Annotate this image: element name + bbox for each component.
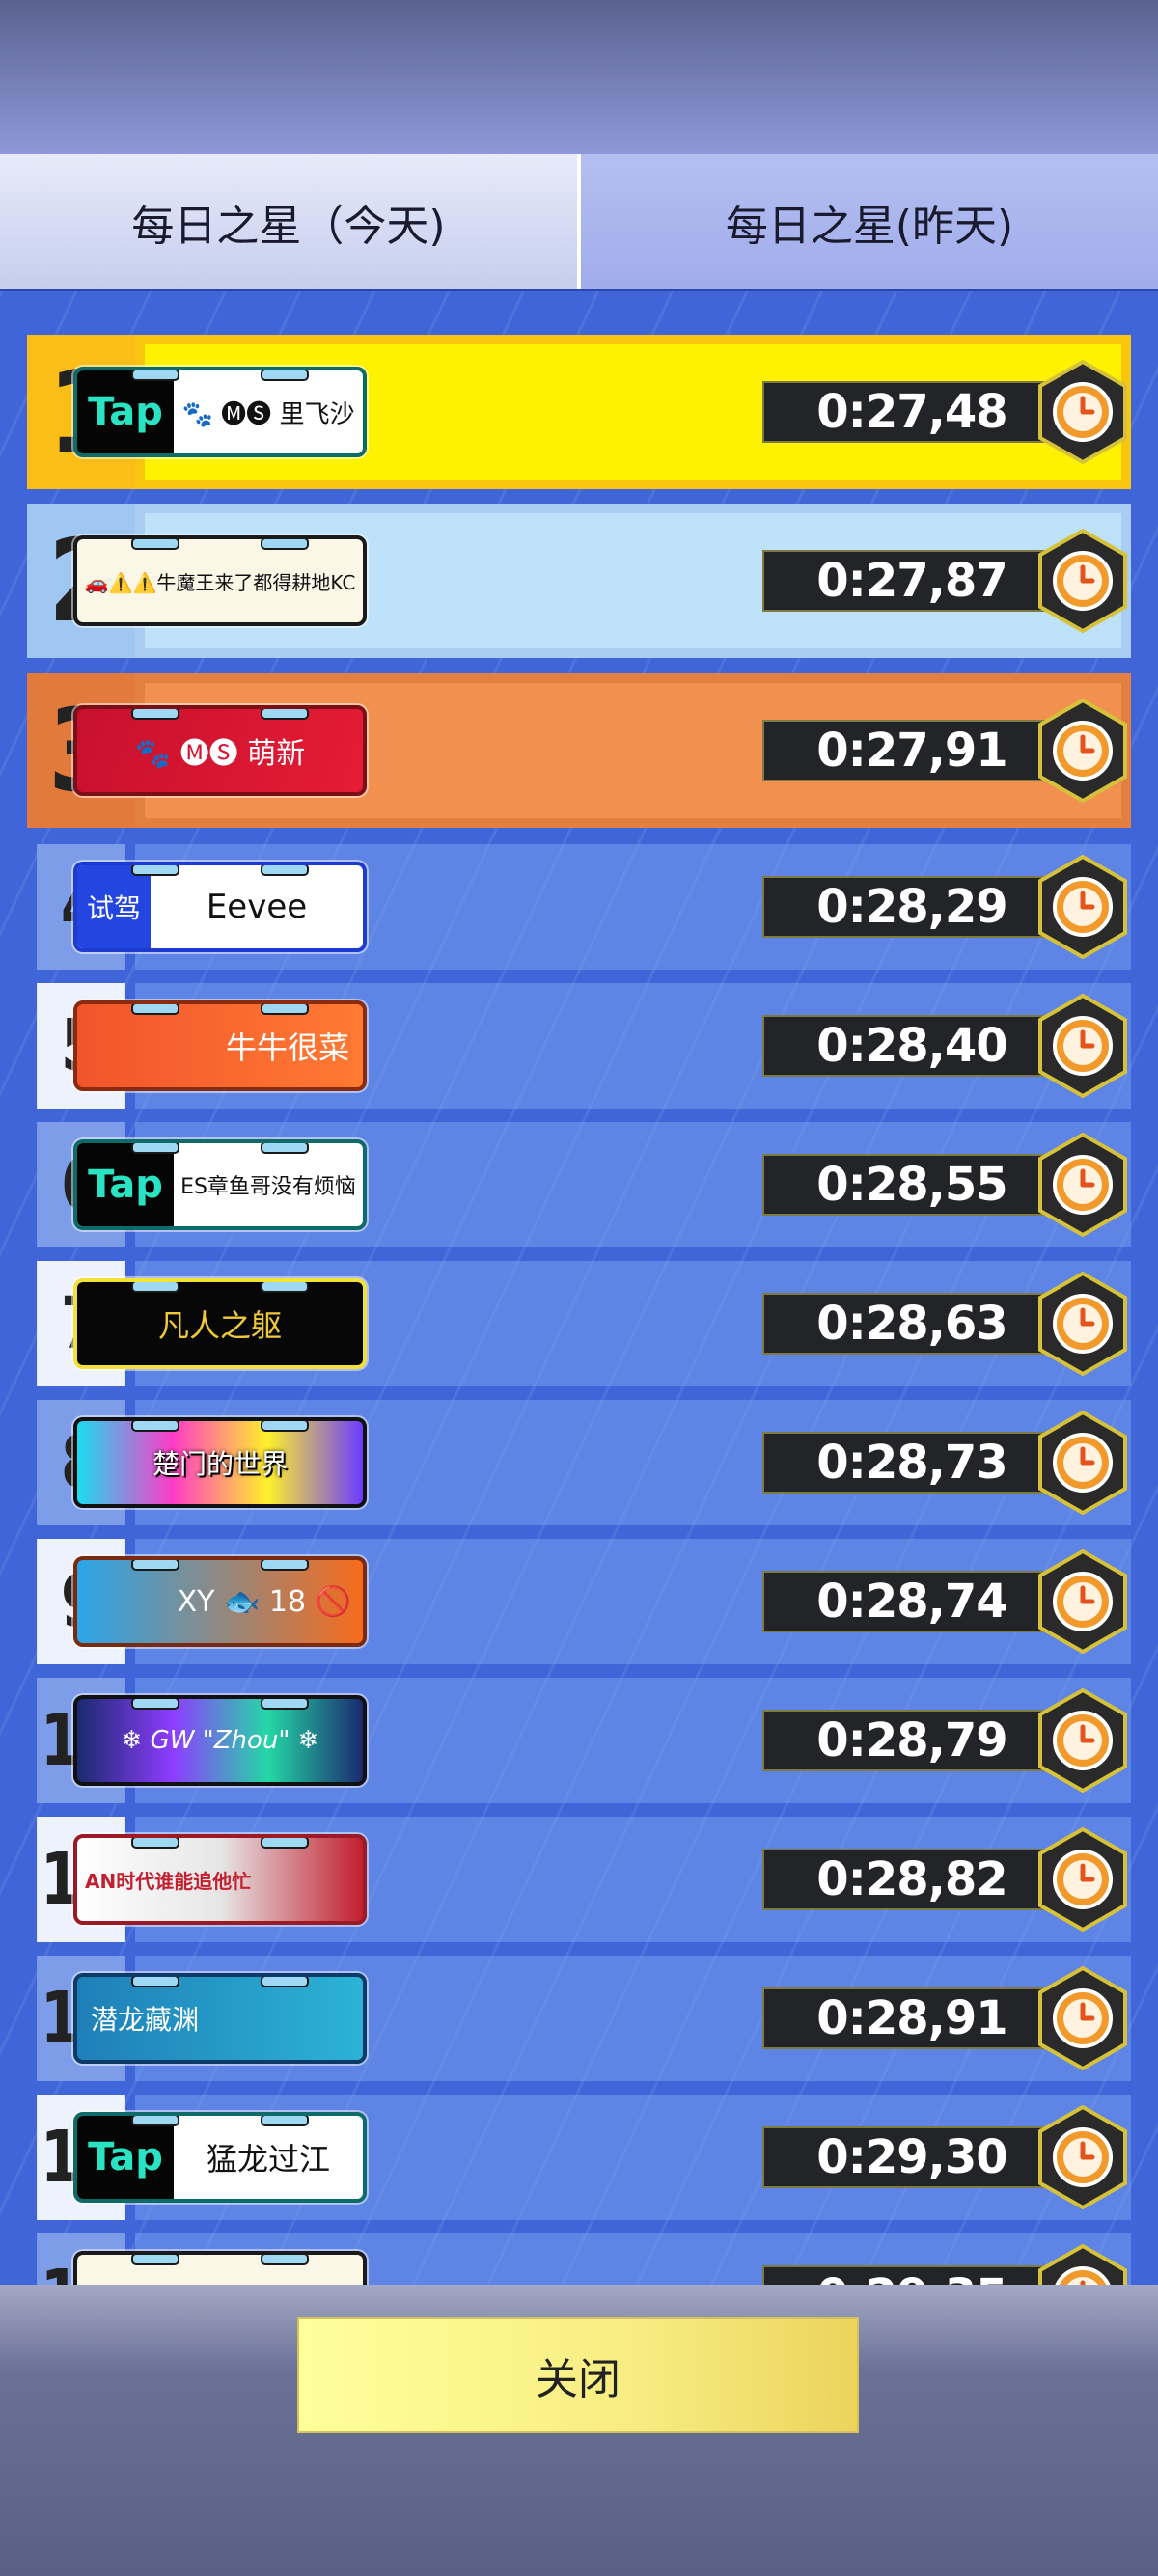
player-name: AN时代谁能追他忙 xyxy=(85,1869,252,1893)
license-plate: 潜龙藏渊 xyxy=(73,1973,367,2064)
tap-logo: Tap xyxy=(77,1143,174,1226)
clock-icon xyxy=(1038,1827,1127,1932)
clock-icon xyxy=(1038,1549,1127,1654)
leaderboard-list[interactable]: 1 Tap 🐾 🅜🅢 里飞沙 0:27,48 2 🚗⚠️⚠️牛魔王来了都得耕地K… xyxy=(0,289,1158,2287)
leaderboard-row[interactable]: 13 Tap 猛龙过江 0:29,30 xyxy=(27,2095,1131,2220)
time-display: 0:28,63 xyxy=(762,1271,1129,1377)
clock-icon xyxy=(1038,699,1127,803)
time-display: 0:28,55 xyxy=(762,1132,1129,1238)
clock-icon xyxy=(1038,1966,1127,2070)
leaderboard-row[interactable]: 4 试驾 Eevee 0:28,29 xyxy=(27,844,1131,970)
time-display: 0:28,82 xyxy=(762,1826,1129,1932)
clock-icon xyxy=(1038,1688,1127,1793)
race-time: 0:28,63 xyxy=(762,1293,1062,1355)
leaderboard-row[interactable]: 14 0:29,35 xyxy=(27,2233,1131,2287)
license-plate: 🐾 🅜🅢 萌新 xyxy=(73,705,367,796)
license-plate: 试驾 Eevee xyxy=(73,862,367,952)
time-display: 0:28,79 xyxy=(762,1687,1129,1794)
license-plate: Tap ES章鱼哥没有烦恼 xyxy=(73,1139,367,1230)
time-display: 0:28,91 xyxy=(762,1965,1129,2071)
license-plate: Tap 🐾 🅜🅢 里飞沙 xyxy=(73,367,367,457)
race-time: 0:28,91 xyxy=(762,1987,1062,2049)
tab-bar: 每日之星（今天) 每日之星(昨天) xyxy=(0,154,1158,289)
license-plate xyxy=(73,2251,367,2287)
race-time: 0:28,74 xyxy=(762,1571,1062,1632)
time-display: 0:28,40 xyxy=(762,993,1129,1099)
tab-yesterday[interactable]: 每日之星(昨天) xyxy=(581,154,1158,289)
player-name: 🐾 🅜🅢 萌新 xyxy=(134,737,306,771)
leaderboard-row[interactable]: 12 潜龙藏渊 0:28,91 xyxy=(27,1956,1131,2081)
clock-icon xyxy=(1038,360,1127,464)
race-time: 0:27,87 xyxy=(762,550,1062,612)
clock-icon xyxy=(1038,2244,1127,2287)
license-plate: ❄ GW "Zhou" ❄ xyxy=(73,1695,367,1786)
leaderboard-row[interactable]: 2 🚗⚠️⚠️牛魔王来了都得耕地KC 0:27,87 xyxy=(27,504,1131,658)
leaderboard-row[interactable]: 5 牛牛很菜 0:28,40 xyxy=(27,983,1131,1109)
player-name: 猛龙过江 xyxy=(206,2141,330,2178)
race-time: 0:27,48 xyxy=(762,381,1062,443)
player-name: 潜龙藏渊 xyxy=(91,2004,200,2036)
player-name: Eevee xyxy=(206,888,308,926)
race-time: 0:28,40 xyxy=(762,1015,1062,1077)
bottom-bar: 关闭 xyxy=(0,2285,1158,2576)
license-plate: AN时代谁能追他忙 xyxy=(73,1834,367,1925)
race-time: 0:28,29 xyxy=(762,876,1062,938)
clock-icon xyxy=(1038,1133,1127,1237)
race-time: 0:28,73 xyxy=(762,1432,1062,1494)
tap-logo: Tap xyxy=(77,370,174,453)
player-name: 🚗⚠️⚠️牛魔王来了都得耕地KC xyxy=(84,570,356,594)
time-display: 0:28,73 xyxy=(762,1410,1129,1516)
top-bar xyxy=(0,0,1158,154)
close-button[interactable]: 关闭 xyxy=(297,2317,859,2433)
player-name: XY 🐟 18 🚫 xyxy=(177,1584,351,1619)
leaderboard-row[interactable]: 3 🐾 🅜🅢 萌新 0:27,91 xyxy=(27,673,1131,828)
tab-today[interactable]: 每日之星（今天) xyxy=(0,154,581,289)
license-plate: XY 🐟 18 🚫 xyxy=(73,1556,367,1647)
clock-icon xyxy=(1038,1411,1127,1515)
clock-icon xyxy=(1038,529,1127,633)
race-time: 0:29,35 xyxy=(762,2265,1062,2287)
leaderboard-row[interactable]: 1 Tap 🐾 🅜🅢 里飞沙 0:27,48 xyxy=(27,335,1131,489)
clock-icon xyxy=(1038,855,1127,959)
leaderboard-row[interactable]: 9 XY 🐟 18 🚫 0:28,74 xyxy=(27,1539,1131,1664)
clock-icon xyxy=(1038,994,1127,1098)
leaderboard-row[interactable]: 6 Tap ES章鱼哥没有烦恼 0:28,55 xyxy=(27,1122,1131,1247)
race-time: 0:27,91 xyxy=(762,720,1062,781)
leaderboard-row[interactable]: 11 AN时代谁能追他忙 0:28,82 xyxy=(27,1817,1131,1942)
tap-logo: Tap xyxy=(77,2116,174,2199)
race-time: 0:28,55 xyxy=(762,1154,1062,1216)
race-time: 0:28,79 xyxy=(762,1710,1062,1771)
time-display: 0:28,74 xyxy=(762,1548,1129,1655)
license-plate: 🚗⚠️⚠️牛魔王来了都得耕地KC xyxy=(73,535,367,626)
license-plate: Tap 猛龙过江 xyxy=(73,2112,367,2203)
player-name: 🐾 🅜🅢 里飞沙 xyxy=(181,399,355,429)
clock-icon xyxy=(1038,1272,1127,1376)
test-drive-label: 试驾 xyxy=(77,865,151,948)
time-display: 0:29,35 xyxy=(762,2243,1129,2287)
player-name: ES章鱼哥没有烦恼 xyxy=(180,1175,356,1199)
race-time: 0:29,30 xyxy=(762,2126,1062,2188)
time-display: 0:28,29 xyxy=(762,854,1129,960)
player-name: 牛牛很菜 xyxy=(225,1029,349,1066)
time-display: 0:27,48 xyxy=(762,359,1129,465)
time-display: 0:27,87 xyxy=(762,528,1129,634)
race-time: 0:28,82 xyxy=(762,1849,1062,1910)
player-name: 凡人之躯 xyxy=(157,1307,282,1344)
license-plate: 牛牛很菜 xyxy=(73,1000,367,1091)
clock-icon xyxy=(1038,2105,1127,2209)
time-display: 0:27,91 xyxy=(762,698,1129,804)
license-plate: 凡人之躯 xyxy=(73,1278,367,1369)
leaderboard-row[interactable]: 10 ❄ GW "Zhou" ❄ 0:28,79 xyxy=(27,1678,1131,1803)
player-name: ❄ GW "Zhou" ❄ xyxy=(121,1726,319,1755)
player-name: 楚门的世界 xyxy=(152,1448,288,1480)
time-display: 0:29,30 xyxy=(762,2104,1129,2210)
leaderboard-row[interactable]: 7 凡人之躯 0:28,63 xyxy=(27,1261,1131,1386)
leaderboard-row[interactable]: 8 楚门的世界 0:28,73 xyxy=(27,1400,1131,1525)
license-plate: 楚门的世界 xyxy=(73,1417,367,1508)
